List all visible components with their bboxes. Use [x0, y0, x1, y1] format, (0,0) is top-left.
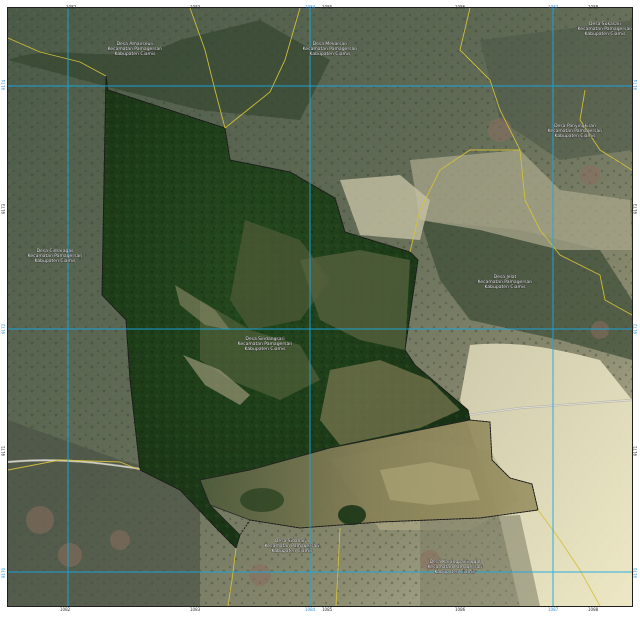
coord-top-2: 1083	[190, 5, 201, 10]
coord-right-1: 9174	[633, 79, 638, 90]
coord-bottom-6: 1087	[548, 607, 559, 612]
svg-text:Kabupaten Ciamis: Kabupaten Ciamis	[310, 51, 352, 57]
coord-right-2: 9173	[633, 203, 638, 214]
coord-right-5: 9170	[633, 567, 638, 578]
coord-bottom-4: 1085	[322, 607, 333, 612]
coord-top-1: 1082	[66, 5, 77, 10]
village-label-4: Desa Panyingkiran Kecamatan Pamagersari …	[547, 123, 602, 140]
coord-bottom-3: 1084	[305, 607, 316, 612]
village-label-7: Desa Sindangsari Kecamatan Pamagersari K…	[237, 336, 292, 353]
village-label-9: Desa Karangpaninggal Kecamatan Pamagersa…	[427, 559, 482, 576]
coord-top-6: 1087	[548, 5, 559, 10]
coord-bottom-2: 1083	[190, 607, 201, 612]
svg-text:Kabupaten Ciamis: Kabupaten Ciamis	[435, 569, 477, 575]
map-canvas: 1082 1083 1084 1085 1086 1087 1088 1082 …	[0, 0, 640, 621]
coord-top-4: 1085	[322, 5, 333, 10]
coord-right-4: 9171	[633, 445, 638, 456]
coord-bottom-5: 1086	[455, 607, 466, 612]
svg-text:Kabupaten Ciamis: Kabupaten Ciamis	[35, 258, 77, 264]
coord-left-4: 9171	[1, 445, 6, 456]
coord-top-5: 1086	[455, 5, 466, 10]
svg-text:Kabupaten Ciamis: Kabupaten Ciamis	[115, 51, 157, 57]
coord-left-2: 9173	[1, 203, 6, 214]
svg-text:Kabupaten Ciamis: Kabupaten Ciamis	[485, 284, 527, 290]
coord-left-5: 9170	[1, 567, 6, 578]
svg-text:Kabupaten Ciamis: Kabupaten Ciamis	[245, 346, 287, 352]
coord-bottom-7: 1088	[588, 607, 599, 612]
coord-top-3: 1084	[305, 5, 316, 10]
svg-text:Kabupaten Ciamis: Kabupaten Ciamis	[272, 548, 314, 554]
coord-right-3: 9172	[633, 323, 638, 334]
coord-top-7: 1088	[588, 5, 599, 10]
coord-left-1: 9174	[1, 79, 6, 90]
coord-left-3: 9172	[1, 323, 6, 334]
coord-bottom-1: 1082	[60, 607, 71, 612]
svg-text:Kabupaten Ciamis: Kabupaten Ciamis	[585, 31, 627, 37]
satellite-imagery	[8, 8, 632, 606]
svg-text:Kabupaten Ciamis: Kabupaten Ciamis	[555, 133, 597, 139]
map-frame: 1082 1083 1084 1085 1086 1087 1088 1082 …	[0, 0, 640, 621]
